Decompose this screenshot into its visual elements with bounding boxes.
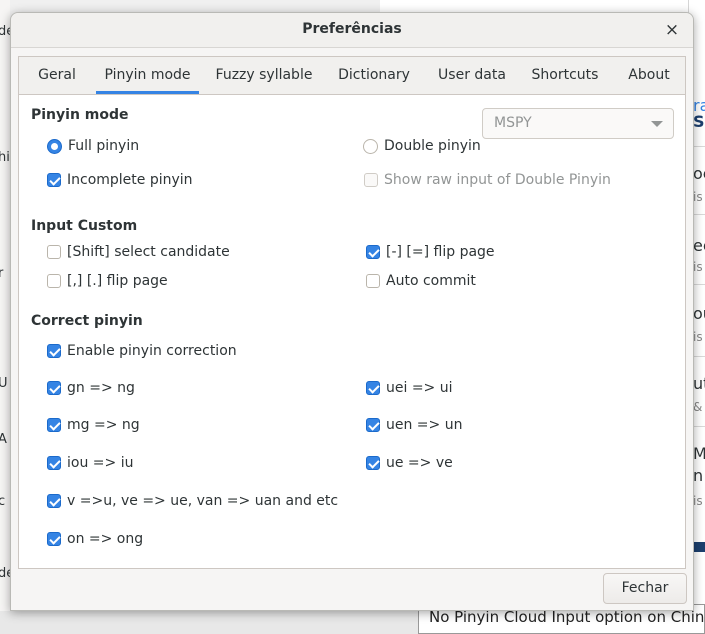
background-text: A xyxy=(0,432,7,447)
enable-pinyin-correction-label: Enable pinyin correction xyxy=(67,343,237,359)
section-title-correct-pinyin: Correct pinyin xyxy=(31,313,143,329)
ue-ve-checkbox[interactable]: ue => ve xyxy=(366,455,453,471)
checkbox-indicator xyxy=(47,532,61,546)
background-text: is xyxy=(693,190,703,204)
show-raw-double-pinyin-label: Show raw input of Double Pinyin xyxy=(384,172,611,188)
background-text: oc xyxy=(693,164,705,183)
radio-indicator xyxy=(47,138,62,154)
iou-iu-checkbox[interactable]: iou => iu xyxy=(47,455,133,471)
checkbox-indicator xyxy=(366,456,380,470)
double-pinyin-scheme-select[interactable]: MSPY xyxy=(482,108,674,139)
incomplete-pinyin-label: Incomplete pinyin xyxy=(67,172,193,188)
background-text: is xyxy=(693,260,703,274)
checkbox-indicator xyxy=(47,381,61,395)
double-pinyin-scheme-value: MSPY xyxy=(494,115,532,131)
background-text: S( xyxy=(693,112,705,131)
background-text: hi xyxy=(0,150,10,165)
tab-geral[interactable]: Geral xyxy=(29,57,85,94)
v-u-label: v =>u, ve => ue, van => uan and etc xyxy=(67,493,339,509)
background-text: c xyxy=(0,494,6,509)
minus-equal-flip-page-label: [-] [=] flip page xyxy=(386,244,495,260)
auto-commit-label: Auto commit xyxy=(386,273,476,289)
preferences-dialog: Preferências × Geral Pinyin mode Fuzzy s… xyxy=(10,12,694,611)
uen-un-checkbox[interactable]: uen => un xyxy=(366,417,462,433)
checkbox-indicator xyxy=(47,173,61,187)
background-text: ou xyxy=(693,304,705,323)
checkbox-indicator xyxy=(47,456,61,470)
preferences-notebook: Geral Pinyin mode Fuzzy syllable Diction… xyxy=(18,56,686,569)
checkbox-indicator xyxy=(364,173,378,187)
pinyin-mode-page: Pinyin mode Full pinyin Double pinyin MS… xyxy=(19,94,685,568)
show-raw-double-pinyin-checkbox[interactable]: Show raw input of Double Pinyin xyxy=(364,172,611,188)
incomplete-pinyin-checkbox[interactable]: Incomplete pinyin xyxy=(47,172,193,188)
mg-ng-label: mg => ng xyxy=(67,417,140,433)
checkbox-indicator xyxy=(366,381,380,395)
auto-commit-checkbox[interactable]: Auto commit xyxy=(366,273,476,289)
chevron-down-icon xyxy=(651,121,663,127)
background-window-left: de hi r U A c de xyxy=(0,0,14,634)
titlebar: Preferências × xyxy=(11,13,693,48)
checkbox-indicator xyxy=(47,344,61,358)
double-pinyin-label: Double pinyin xyxy=(384,138,481,154)
gn-ng-label: gn => ng xyxy=(67,380,135,396)
tab-about[interactable]: About xyxy=(619,57,679,94)
mg-ng-checkbox[interactable]: mg => ng xyxy=(47,417,140,433)
checkbox-indicator xyxy=(366,245,380,259)
window-title: Preferências xyxy=(302,21,402,37)
checkbox-indicator xyxy=(47,274,61,288)
checkbox-indicator xyxy=(366,418,380,432)
background-text: ec xyxy=(693,236,705,255)
tab-bar: Geral Pinyin mode Fuzzy syllable Diction… xyxy=(19,57,685,95)
checkbox-indicator xyxy=(47,245,61,259)
background-text: r xyxy=(0,266,4,281)
section-title-input-custom: Input Custom xyxy=(31,218,138,234)
tab-fuzzy-syllable[interactable]: Fuzzy syllable xyxy=(209,57,319,94)
enable-pinyin-correction-checkbox[interactable]: Enable pinyin correction xyxy=(47,343,237,359)
ue-ve-label: ue => ve xyxy=(386,455,453,471)
v-u-checkbox[interactable]: v =>u, ve => ue, van => uan and etc xyxy=(47,493,338,509)
comma-period-flip-page-label: [,] [.] flip page xyxy=(67,273,168,289)
uei-ui-checkbox[interactable]: uei => ui xyxy=(366,380,453,396)
shift-select-candidate-checkbox[interactable]: [Shift] select candidate xyxy=(47,244,230,260)
gn-ng-checkbox[interactable]: gn => ng xyxy=(47,380,135,396)
background-text: is xyxy=(693,330,703,344)
background-text: ut xyxy=(693,374,705,393)
section-title-pinyin-mode: Pinyin mode xyxy=(31,107,129,123)
close-icon[interactable]: × xyxy=(661,19,683,41)
minus-equal-flip-page-checkbox[interactable]: [-] [=] flip page xyxy=(366,244,495,260)
uei-ui-label: uei => ui xyxy=(386,380,453,396)
background-text: & F xyxy=(693,400,705,414)
uen-un-label: uen => un xyxy=(386,417,463,433)
checkbox-indicator xyxy=(366,274,380,288)
tab-pinyin-mode[interactable]: Pinyin mode xyxy=(96,57,199,94)
iou-iu-label: iou => iu xyxy=(67,455,134,471)
tab-user-data[interactable]: User data xyxy=(429,57,515,94)
checkbox-indicator xyxy=(47,418,61,432)
background-text: M xyxy=(693,444,705,463)
background-text: n xyxy=(693,466,704,485)
double-pinyin-radio[interactable]: Double pinyin xyxy=(363,138,481,154)
shift-select-candidate-label: [Shift] select candidate xyxy=(67,244,230,260)
background-text: is xyxy=(693,494,703,508)
radio-indicator xyxy=(363,138,378,154)
full-pinyin-label: Full pinyin xyxy=(68,138,140,154)
tab-shortcuts[interactable]: Shortcuts xyxy=(525,57,605,94)
fechar-button[interactable]: Fechar xyxy=(603,573,687,604)
tab-dictionary[interactable]: Dictionary xyxy=(331,57,417,94)
comma-period-flip-page-checkbox[interactable]: [,] [.] flip page xyxy=(47,273,168,289)
full-pinyin-radio[interactable]: Full pinyin xyxy=(47,138,139,154)
on-ong-checkbox[interactable]: on => ong xyxy=(47,531,143,547)
on-ong-label: on => ong xyxy=(67,531,144,547)
checkbox-indicator xyxy=(47,494,61,508)
background-text: U xyxy=(0,376,8,391)
